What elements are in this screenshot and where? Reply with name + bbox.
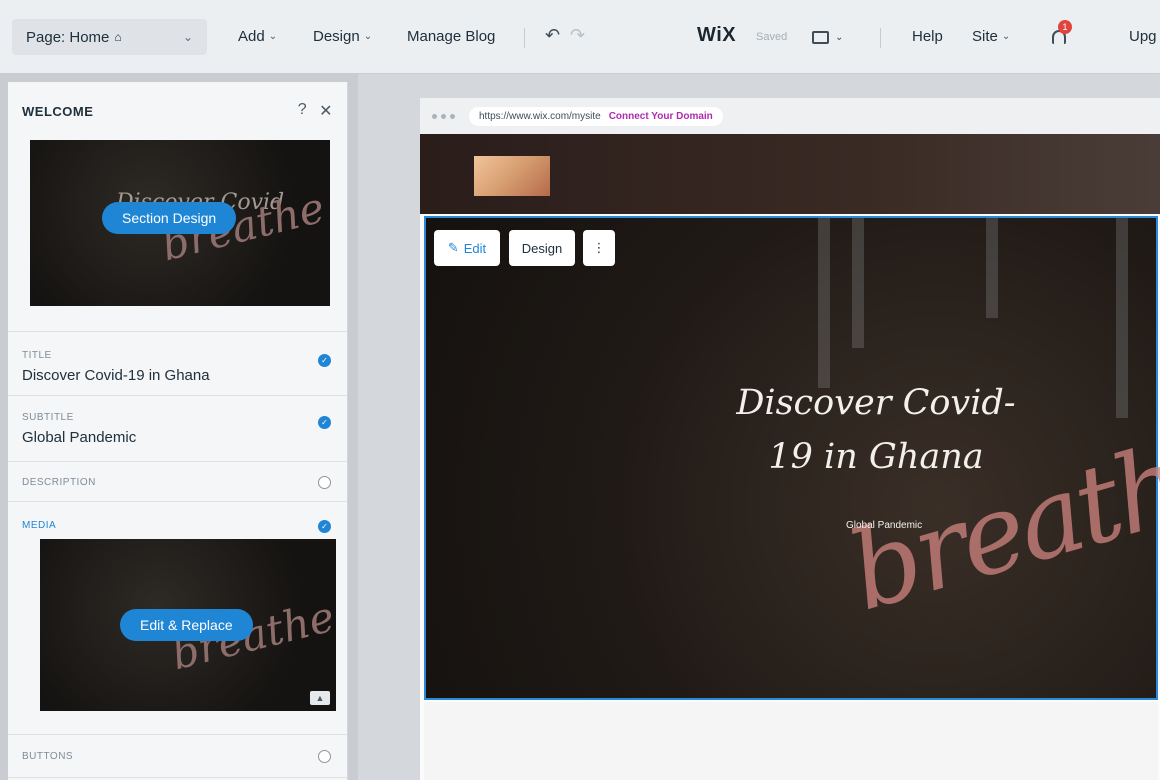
editor-topbar: Page: Home ⌂ ⌄ Add ⌄ Design ⌄ Manage Blo… — [0, 0, 1160, 74]
edit-button[interactable]: ✎ Edit — [434, 230, 500, 266]
media-thumbnail[interactable]: breathe Edit & Replace ▲ — [40, 539, 336, 711]
unchecked-circle-icon[interactable] — [318, 750, 331, 763]
help-menu[interactable]: Help — [912, 28, 943, 45]
site-preview-frame: https://www.wix.com/mysite Connect Your … — [420, 98, 1160, 780]
media-field[interactable]: MEDIA ✓ breathe Edit & Replace ▲ — [8, 502, 347, 734]
add-menu[interactable]: Add ⌄ — [238, 28, 277, 45]
hero-title-line1: Discover Covid- — [736, 383, 1016, 423]
edit-replace-button[interactable]: Edit & Replace — [120, 609, 253, 641]
site-url: https://www.wix.com/mysite — [479, 110, 601, 122]
chevron-down-icon: ⌄ — [363, 31, 373, 42]
help-menu-label: Help — [912, 28, 943, 45]
pencil-icon: ✎ — [447, 240, 459, 255]
panel-header: WELCOME ? ✕ — [8, 82, 347, 140]
divider — [8, 306, 347, 332]
title-field[interactable]: TITLE Discover Covid-19 in Ghana ✓ — [8, 332, 347, 396]
help-icon[interactable]: ? — [298, 101, 307, 121]
subtitle-field-label: SUBTITLE — [22, 412, 74, 423]
upgrade-label: Upg — [1129, 28, 1157, 45]
close-icon[interactable]: ✕ — [319, 101, 333, 121]
light-beam-decoration — [1116, 218, 1128, 418]
site-header[interactable] — [420, 134, 1160, 214]
home-icon: ⌂ — [114, 30, 122, 44]
welcome-section-panel: WELCOME ? ✕ Discover Covid breathe Secti… — [8, 82, 348, 780]
manage-blog-menu[interactable]: Manage Blog — [407, 28, 495, 45]
page-selector[interactable]: Page: Home ⌂ ⌄ — [12, 19, 207, 55]
media-field-label: MEDIA — [22, 520, 57, 531]
design-menu-label: Design — [313, 28, 360, 45]
light-beam-decoration — [986, 218, 998, 318]
title-field-label: TITLE — [22, 350, 52, 361]
more-options-button[interactable]: ⋮ — [583, 230, 615, 266]
site-logo-image[interactable] — [474, 156, 550, 196]
notification-badge: 1 — [1058, 20, 1072, 34]
buttons-field-label: BUTTONS — [22, 751, 74, 762]
chevron-down-icon: ⌄ — [182, 30, 193, 44]
window-dots-icon — [432, 113, 455, 119]
browser-address-bar: https://www.wix.com/mysite Connect Your … — [420, 98, 1160, 134]
panel-title: WELCOME — [22, 103, 94, 119]
hero-title[interactable]: Discover Covid- 19 in Ghana — [726, 376, 1026, 484]
desktop-icon — [812, 30, 829, 44]
section-design-button[interactable]: Section Design — [102, 202, 237, 234]
device-switcher[interactable]: ⌄ — [812, 26, 852, 48]
light-beam-decoration — [818, 218, 830, 388]
redo-icon[interactable]: ↷ — [570, 25, 585, 46]
checkmark-icon[interactable]: ✓ — [318, 520, 331, 533]
next-section-area[interactable] — [424, 702, 1158, 780]
add-menu-label: Add — [238, 28, 265, 45]
subtitle-field-value: Global Pandemic — [22, 429, 137, 446]
url-bar: https://www.wix.com/mysite Connect Your … — [469, 106, 723, 126]
design-button[interactable]: Design — [509, 230, 575, 266]
design-menu[interactable]: Design ⌄ — [313, 28, 372, 45]
light-beam-decoration — [852, 218, 864, 348]
description-field[interactable]: DESCRIPTION — [8, 462, 347, 502]
upgrade-button[interactable]: Upg — [1129, 28, 1157, 45]
connect-domain-link[interactable]: Connect Your Domain — [609, 111, 713, 122]
edit-button-label: Edit — [463, 240, 487, 256]
hero-subtitle[interactable]: Global Pandemic — [846, 520, 922, 531]
wix-logo: WiX — [697, 24, 737, 46]
welcome-hero-section[interactable]: breathe Discover Covid- 19 in Ghana Glob… — [424, 216, 1160, 700]
notifications-bell-icon[interactable]: 1 — [1050, 20, 1072, 46]
divider — [880, 28, 881, 48]
saved-status: Saved — [756, 31, 788, 43]
site-menu[interactable]: Site ⌄ — [972, 28, 1010, 45]
section-preview-thumbnail[interactable]: Discover Covid breathe Section Design — [30, 140, 330, 306]
undo-icon[interactable]: ↶ — [545, 25, 560, 46]
page-selector-label: Page: Home — [26, 28, 110, 46]
checkmark-icon[interactable]: ✓ — [318, 354, 331, 367]
chevron-down-icon: ⌄ — [1001, 31, 1011, 42]
image-icon[interactable]: ▲ — [310, 691, 330, 705]
buttons-field[interactable]: BUTTONS — [8, 734, 347, 778]
hero-title-line2: 19 in Ghana — [768, 437, 984, 477]
description-field-label: DESCRIPTION — [22, 477, 96, 488]
chevron-down-icon: ⌄ — [268, 31, 278, 42]
chevron-down-icon: ⌄ — [835, 31, 844, 43]
manage-blog-label: Manage Blog — [407, 28, 496, 45]
subtitle-field[interactable]: SUBTITLE Global Pandemic ✓ — [8, 396, 347, 462]
site-menu-label: Site — [972, 28, 998, 45]
checkmark-icon[interactable]: ✓ — [318, 416, 331, 429]
divider — [524, 28, 525, 48]
title-field-value: Discover Covid-19 in Ghana — [22, 367, 210, 384]
unchecked-circle-icon[interactable] — [318, 476, 331, 489]
